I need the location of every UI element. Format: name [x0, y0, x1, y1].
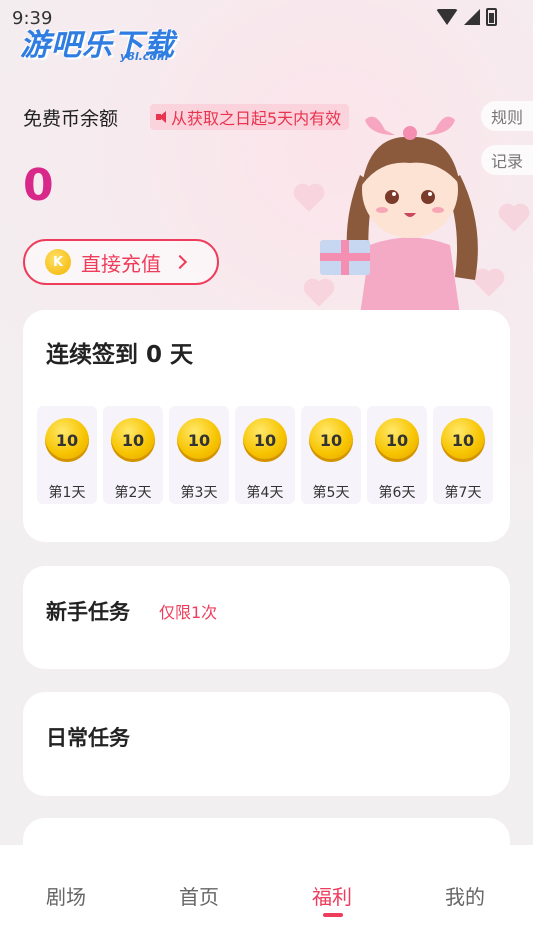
- checkin-day[interactable]: 10 第4天: [235, 406, 295, 504]
- coin-icon: 10: [45, 418, 89, 462]
- bottom-nav: 剧场 首页 福利 我的: [0, 845, 533, 948]
- checkin-day[interactable]: 10 第5天: [301, 406, 361, 504]
- nav-active-indicator: [323, 913, 343, 917]
- recharge-label: 直接充值: [81, 251, 161, 276]
- k-coin-icon: K: [45, 249, 71, 275]
- checkin-days: 10 第1天 10 第2天 10 第3天 10 第4天 10 第5天 10 第6…: [37, 406, 493, 504]
- day-label: 第4天: [246, 485, 284, 501]
- checkin-card: 连续签到 0 天 10 第1天 10 第2天 10 第3天 10 第4天 10 …: [23, 310, 510, 542]
- balance-label: 免费币余额: [23, 108, 119, 130]
- wifi-icon: [436, 9, 458, 25]
- coin-icon: 10: [111, 418, 155, 462]
- newbie-task-card[interactable]: 新手任务 仅限1次: [23, 566, 510, 669]
- coin-icon: 10: [309, 418, 353, 462]
- day-label: 第2天: [114, 485, 152, 501]
- daily-task-title: 日常任务: [46, 726, 130, 750]
- watermark-sub: y8l.com: [120, 50, 169, 63]
- daily-task-card[interactable]: 日常任务: [23, 692, 510, 796]
- chevron-right-icon: [172, 254, 188, 270]
- nav-theater[interactable]: 剧场: [26, 881, 106, 910]
- day-label: 第3天: [180, 485, 218, 501]
- watermark-logo: 游吧乐下载 y8l.com: [20, 20, 175, 64]
- mascot-illustration: [320, 116, 478, 315]
- coin-icon: 10: [177, 418, 221, 462]
- balance-value: 0: [23, 160, 54, 211]
- status-icons: [436, 8, 497, 26]
- nav-welfare[interactable]: 福利: [292, 881, 372, 910]
- checkin-day[interactable]: 10 第2天: [103, 406, 163, 504]
- signal-icon: [464, 9, 480, 25]
- nav-mine[interactable]: 我的: [425, 881, 505, 910]
- checkin-day[interactable]: 10 第6天: [367, 406, 427, 504]
- checkin-day[interactable]: 10 第7天: [433, 406, 493, 504]
- coin-icon: 10: [441, 418, 485, 462]
- checkin-title: 连续签到 0 天: [46, 342, 194, 368]
- day-label: 第6天: [378, 485, 416, 501]
- newbie-task-title: 新手任务: [46, 600, 130, 624]
- day-label: 第7天: [444, 485, 482, 501]
- battery-icon: [486, 8, 497, 26]
- day-label: 第5天: [312, 485, 350, 501]
- coin-icon: 10: [375, 418, 419, 462]
- newbie-task-badge: 仅限1次: [159, 603, 218, 622]
- nav-home[interactable]: 首页: [159, 881, 239, 910]
- day-label: 第1天: [48, 485, 86, 501]
- recharge-button[interactable]: K 直接充值: [23, 239, 219, 285]
- checkin-day[interactable]: 10 第3天: [169, 406, 229, 504]
- speaker-icon: [156, 111, 168, 123]
- checkin-day[interactable]: 10 第1天: [37, 406, 97, 504]
- coin-icon: 10: [243, 418, 287, 462]
